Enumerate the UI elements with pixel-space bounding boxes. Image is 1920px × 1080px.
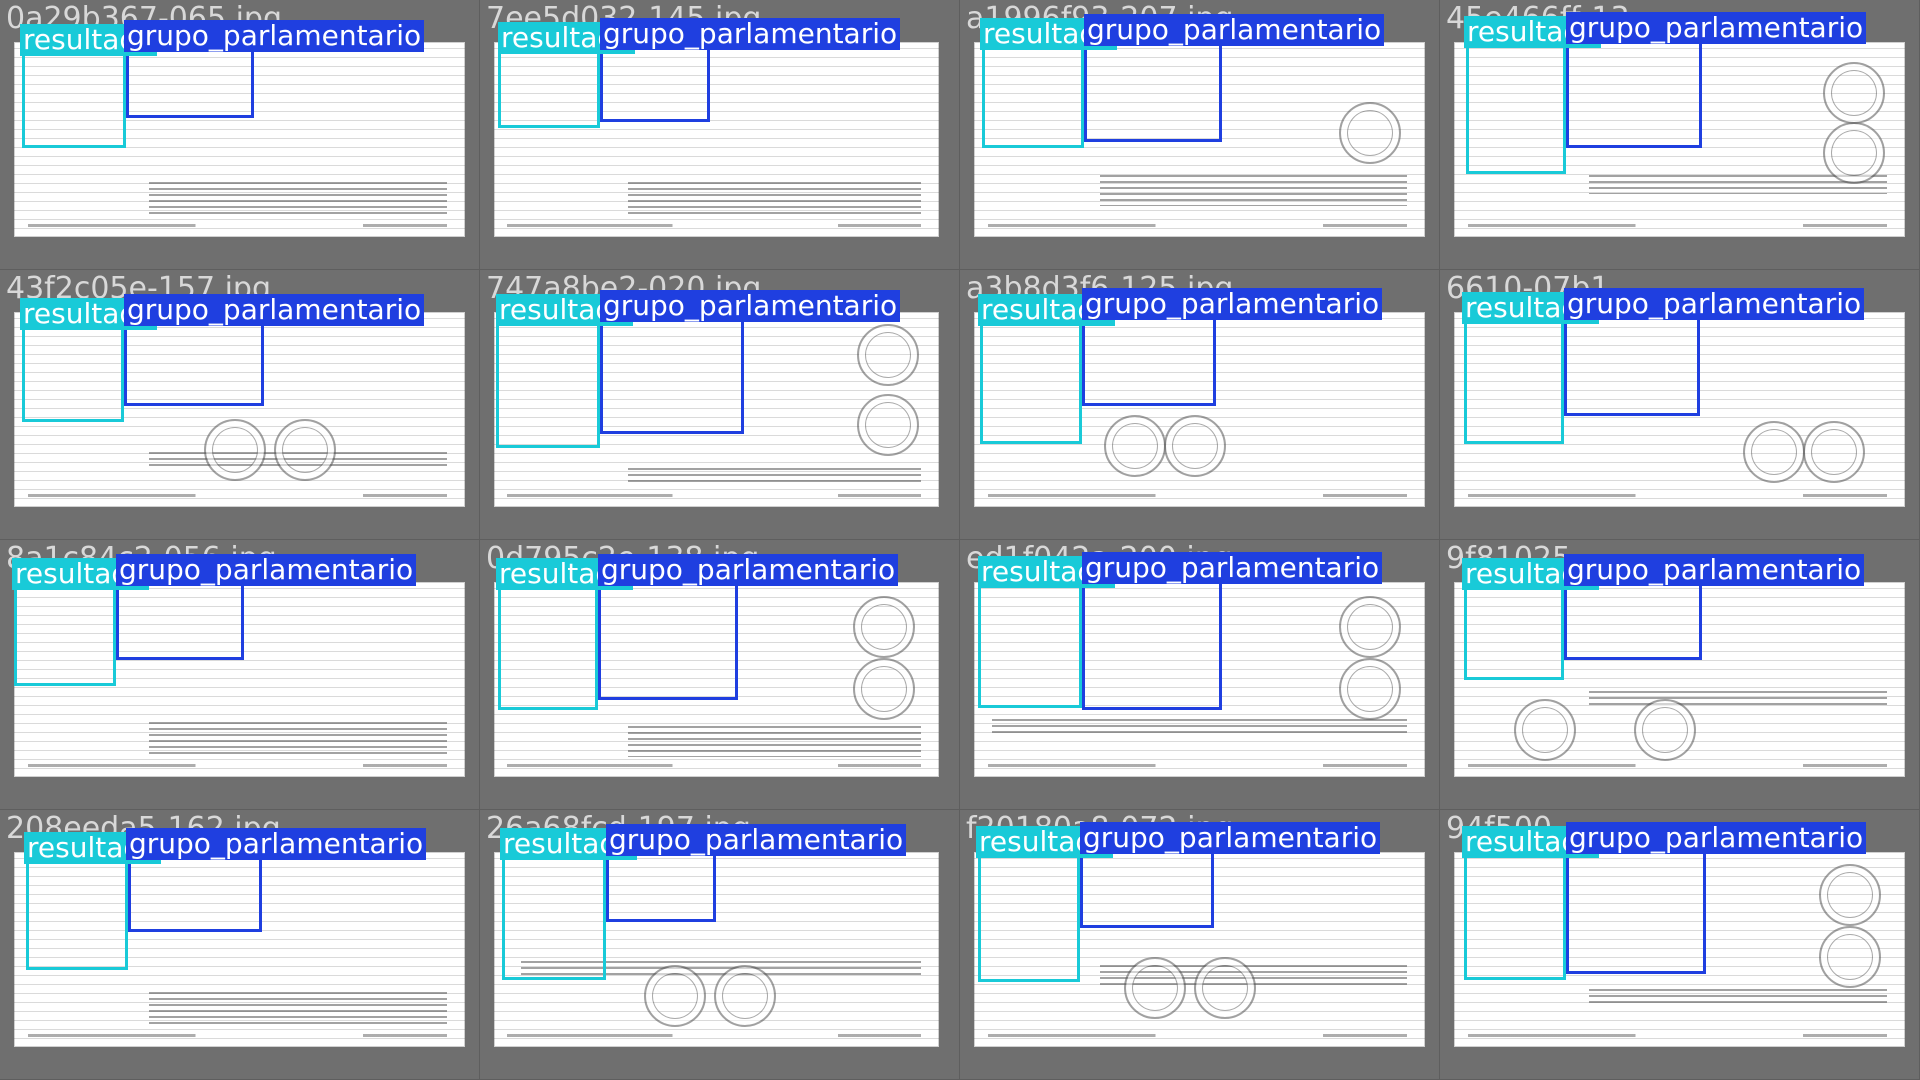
- grupo-parlamentario-label: grupo_parlamentario: [124, 20, 425, 52]
- tile-4[interactable]: 45e466ff-13 resultado grupo_parlamentari…: [1440, 0, 1920, 270]
- tile-14[interactable]: 26a68fcd-197.jpg resultado grupo_parlame…: [480, 810, 960, 1080]
- resultado-bbox: [496, 316, 600, 448]
- grupo-parlamentario-bbox: [600, 44, 710, 122]
- grupo-parlamentario-label: grupo_parlamentario: [1082, 552, 1383, 584]
- resultado-bbox: [22, 320, 124, 422]
- grupo-parlamentario-label: grupo_parlamentario: [116, 554, 417, 586]
- grupo-parlamentario-label: grupo_parlamentario: [1084, 14, 1385, 46]
- grupo-parlamentario-bbox: [124, 320, 264, 406]
- grupo-parlamentario-bbox: [1084, 40, 1222, 142]
- grupo-parlamentario-bbox: [600, 316, 744, 434]
- grupo-parlamentario-bbox: [598, 580, 738, 700]
- grupo-parlamentario-bbox: [1080, 848, 1214, 928]
- grupo-parlamentario-bbox: [606, 850, 716, 922]
- resultado-bbox: [978, 848, 1080, 982]
- grupo-parlamentario-label: grupo_parlamentario: [600, 290, 901, 322]
- grupo-parlamentario-bbox: [1082, 314, 1216, 406]
- tile-7[interactable]: a3b8d3f6-125.jpg resultado grupo_parlame…: [960, 270, 1440, 540]
- tile-3[interactable]: a1996f93-207.jpg resultado grupo_parlame…: [960, 0, 1440, 270]
- grupo-parlamentario-bbox: [128, 854, 262, 932]
- tile-6[interactable]: 747a8be2-020.jpg resultado grupo_parlame…: [480, 270, 960, 540]
- grupo-parlamentario-bbox: [1564, 314, 1700, 416]
- tile-12[interactable]: 9f81025 resultado grupo_parlamentario: [1440, 540, 1920, 810]
- image-grid: 0a29b367-065.jpg resultado grupo_parlame…: [0, 0, 1920, 1080]
- grupo-parlamentario-label: grupo_parlamentario: [124, 294, 425, 326]
- tile-1[interactable]: 0a29b367-065.jpg resultado grupo_parlame…: [0, 0, 480, 270]
- grupo-parlamentario-label: grupo_parlamentario: [606, 824, 907, 856]
- grupo-parlamentario-label: grupo_parlamentario: [598, 554, 899, 586]
- resultado-bbox: [22, 46, 126, 148]
- resultado-bbox: [1464, 314, 1564, 444]
- grupo-parlamentario-bbox: [1564, 580, 1702, 660]
- resultado-bbox: [1464, 848, 1566, 980]
- resultado-bbox: [1466, 38, 1566, 174]
- grupo-parlamentario-bbox: [1082, 580, 1222, 710]
- grupo-parlamentario-bbox: [1566, 38, 1702, 148]
- tile-11[interactable]: ed1f042a-200.jpg resultado grupo_parlame…: [960, 540, 1440, 810]
- grupo-parlamentario-label: grupo_parlamentario: [1082, 288, 1383, 320]
- resultado-bbox: [982, 40, 1084, 148]
- grupo-parlamentario-label: grupo_parlamentario: [1080, 822, 1381, 854]
- grupo-parlamentario-label: grupo_parlamentario: [1564, 288, 1865, 320]
- tile-5[interactable]: 43f2c05e-157.jpg resultado grupo_parlame…: [0, 270, 480, 540]
- resultado-bbox: [498, 44, 600, 128]
- tile-9[interactable]: 8a1c84c2-056.jpg resultado grupo_parlame…: [0, 540, 480, 810]
- resultado-bbox: [502, 850, 606, 980]
- grupo-parlamentario-label: grupo_parlamentario: [1566, 12, 1867, 44]
- grupo-parlamentario-label: grupo_parlamentario: [1566, 822, 1867, 854]
- resultado-bbox: [26, 854, 128, 970]
- tile-16[interactable]: 94f500 resultado grupo_parlamentario: [1440, 810, 1920, 1080]
- tile-2[interactable]: 7ee5d032-145.jpg resultado grupo_parlame…: [480, 0, 960, 270]
- grupo-parlamentario-label: grupo_parlamentario: [1564, 554, 1865, 586]
- resultado-bbox: [1464, 580, 1564, 680]
- grupo-parlamentario-label: grupo_parlamentario: [600, 18, 901, 50]
- resultado-bbox: [980, 316, 1082, 444]
- tile-13[interactable]: 208eeda5-162.jpg resultado grupo_parlame…: [0, 810, 480, 1080]
- resultado-bbox: [14, 580, 116, 686]
- grupo-parlamentario-bbox: [116, 580, 244, 660]
- grupo-parlamentario-bbox: [1566, 848, 1706, 974]
- resultado-bbox: [498, 580, 598, 710]
- grupo-parlamentario-bbox: [126, 46, 254, 118]
- grupo-parlamentario-label: grupo_parlamentario: [126, 828, 427, 860]
- tile-8[interactable]: 6610-07b1 resultado grupo_parlamentario: [1440, 270, 1920, 540]
- tile-10[interactable]: 0d795c2e-138.jpg resultado grupo_parlame…: [480, 540, 960, 810]
- resultado-bbox: [978, 580, 1082, 708]
- tile-15[interactable]: f20180a8-072.jpg resultado grupo_parlame…: [960, 810, 1440, 1080]
